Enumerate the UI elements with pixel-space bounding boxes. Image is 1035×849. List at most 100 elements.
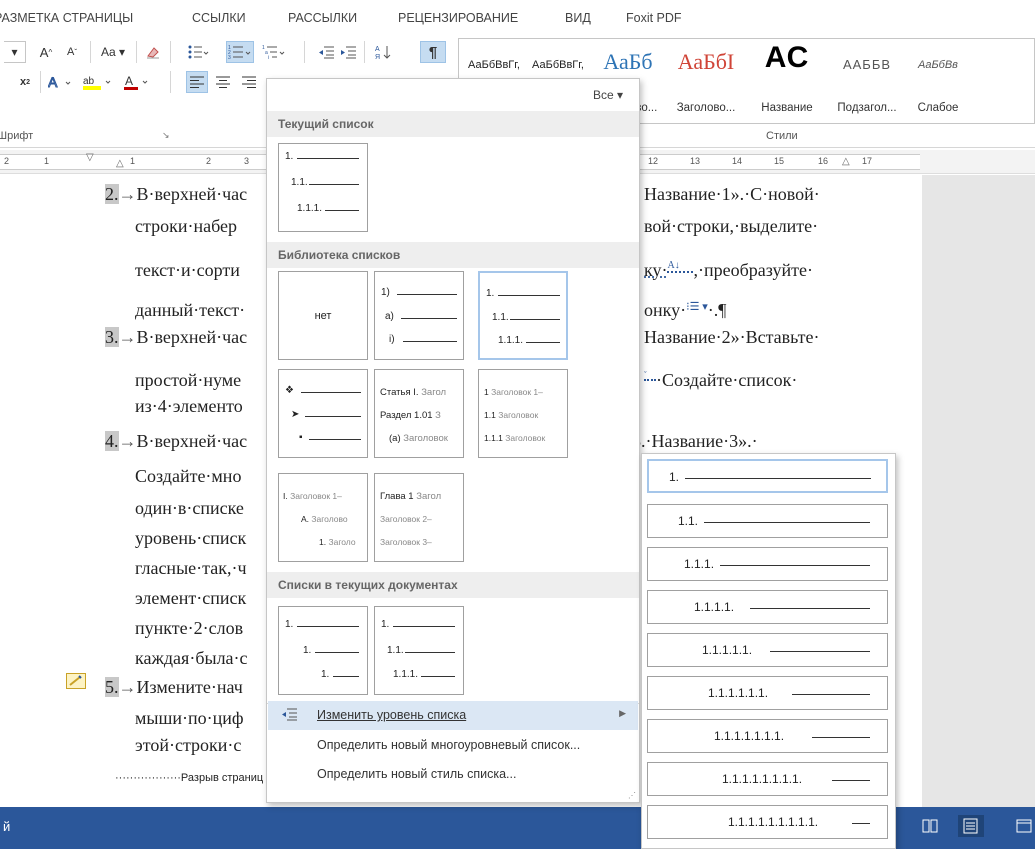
font-dialog-launcher-icon[interactable]: ↘ [162,130,170,141]
document-list-tile-1[interactable]: 1. 1. 1. [278,606,368,695]
first-line-indent-icon[interactable]: ▽ [86,152,94,163]
menu-define-list-style[interactable]: Определить новый стиль списка... [268,760,638,789]
diamond-bullet-icon: ❖ [285,385,294,396]
arrow-bullet-icon: ➤ [291,409,300,420]
ruler-number: 17 [862,156,873,166]
ruler-number: 12 [648,156,659,166]
align-left-icon[interactable] [186,71,208,93]
current-list-header: Текущий список [267,111,639,137]
chevron-down-icon: ▾ [11,45,18,59]
numbering-icon[interactable]: 123 [226,41,254,63]
menu-define-multilevel-list[interactable]: Определить новый многоуровневый список..… [268,731,638,760]
ruler-number: 2 [4,156,10,166]
list-paren-tile[interactable]: 1) a) i) [374,271,464,360]
list-item-3-line-2-end: ˇ ·Создайте·список· [644,370,798,390]
change-case-icon[interactable]: Aa ▾ [96,41,130,63]
ruler-number: 3 [244,156,250,166]
list-item-3-line-1-end: Название·2»·Вставьте· [644,327,820,347]
list-item-3-line-2: простой·нуме [135,370,242,390]
read-mode-icon[interactable] [922,819,938,833]
list-item-4-line: элемент·списк [135,588,247,608]
show-marks-button[interactable]: ¶ [420,41,446,63]
list-level-1[interactable]: 1. [647,459,888,493]
list-none-tile[interactable]: нет [278,271,368,360]
svg-text:A: A [48,74,58,90]
sort-icon[interactable]: АЯ [372,41,394,63]
list-level-7[interactable]: 1.1.1.1.1.1.1. [647,719,888,753]
web-layout-icon[interactable] [1016,819,1032,833]
resize-grip-icon[interactable]: ⋰ [628,791,636,800]
print-layout-icon[interactable] [958,815,984,837]
increase-indent-icon[interactable] [338,41,358,63]
tab-references[interactable]: ССЫЛКИ [192,11,246,25]
list-level-9[interactable]: 1.1.1.1.1.1.1.1.1. [647,805,888,839]
list-heading-numbered-tile[interactable]: 1 Заголовок 1– 1.1 Заголовок 1.1.1 Загол… [478,369,568,458]
bullets-icon[interactable] [186,41,210,63]
highlight-color-icon[interactable]: ab [80,71,116,93]
svg-text:Я: Я [375,54,380,60]
multilevel-list-dropdown: Все ▾ Текущий список 1. 1.1. 1.1.1. Библ… [266,78,640,803]
align-right-icon[interactable] [238,71,260,93]
list-level-submenu: 1. 1.1. 1.1.1. 1.1.1.1. 1.1.1.1.1. 1.1.1… [641,453,896,849]
lists-in-documents-header: Списки в текущих документах [267,572,639,598]
list-item-4-line: каждая·была·с [135,648,248,668]
filter-all-dropdown[interactable]: Все ▾ [593,88,623,102]
tab-foxit-pdf[interactable]: Foxit PDF [626,11,682,25]
list-item-4-line-1: 4.→В·верхней·час [105,431,248,451]
list-library-header: Библиотека списков [267,242,639,268]
grow-font-icon[interactable]: A ^ [36,41,56,63]
list-bullets-tile[interactable]: ❖ ➤ ▪ [278,369,368,458]
list-item-2-line-3: текст·и·сорти [135,260,240,280]
shrink-font-icon[interactable]: Aˇ [62,41,82,63]
list-level-4[interactable]: 1.1.1.1. [647,590,888,624]
list-level-3[interactable]: 1.1.1. [647,547,888,581]
svg-text:ab: ab [83,76,95,87]
autocorrect-options-icon[interactable] [66,673,86,689]
document-list-tile-2[interactable]: 1. 1.1. 1.1.1. [374,606,464,695]
list-item-4-line: пункте·2·слов [135,618,244,638]
list-level-8[interactable]: 1.1.1.1.1.1.1.1. [647,762,888,796]
tab-view[interactable]: ВИД [565,11,591,25]
tab-review[interactable]: РЕЦЕНЗИРОВАНИЕ [398,11,518,25]
list-item-4-line: один·в·списке [135,498,244,518]
multilevel-list-icon[interactable]: 1ai [260,41,288,63]
ruler-number: 2 [206,156,212,166]
tab-mailings[interactable]: РАССЫЛКИ [288,11,357,25]
decrease-indent-icon[interactable] [316,41,336,63]
align-center-icon[interactable] [212,71,234,93]
change-level-icon [280,707,298,724]
list-article-tile[interactable]: Статья I. Загол Раздел 1.01 З (а) Заголо… [374,369,464,458]
list-item-2-line-2-end: вой·строки,·выделите· [644,216,819,236]
clear-formatting-icon[interactable] [142,41,164,63]
list-item-2-line-1-end: Название·1».·С·новой· [644,184,820,204]
list-item-3-line-1: 3.→В·верхней·час [105,327,248,347]
list-chapter-tile[interactable]: Глава 1 Загол Заголовок 2– Заголовок 3– [374,473,464,562]
list-item-4-line: уровень·списк [135,528,247,548]
inline-sort-icon: А↓ [667,260,694,273]
ruler-number: 14 [732,156,743,166]
ruler-number: 16 [818,156,829,166]
inline-numbering-icon: ˇ [644,370,656,381]
list-decimal-tile[interactable]: 1. 1.1. 1.1.1. [478,271,568,360]
font-color-icon[interactable]: A [120,71,154,93]
list-item-4-line-1-end: 3.·Название·3».· [632,431,758,451]
square-bullet-icon: ▪ [299,432,303,443]
hanging-indent-icon[interactable]: △ [116,158,124,169]
text-effects-icon[interactable]: A [46,71,76,93]
list-level-2[interactable]: 1.1. [647,504,888,538]
ruler-number: 15 [774,156,785,166]
font-size-dropdown[interactable]: ▾ [4,41,26,63]
superscript-icon[interactable]: x2 [16,71,34,93]
ruler-number: 1 [44,156,50,166]
right-indent-icon[interactable]: △ [842,156,850,167]
list-level-5[interactable]: 1.1.1.1.1. [647,633,888,667]
list-item-5-line: этой·строки·с [135,735,242,755]
current-list-tile[interactable]: 1. 1.1. 1.1.1. [278,143,368,232]
tab-page-layout[interactable]: РАЗМЕТКА СТРАНИЦЫ [0,11,133,25]
menu-change-list-level[interactable]: Изменить уровень списка ▶ [268,701,638,730]
svg-text:3: 3 [228,55,231,60]
list-roman-heading-tile[interactable]: I. Заголовок 1– A. Заголово 1. Заголо [278,473,368,562]
chevron-right-icon: ▶ [619,708,626,718]
status-label: й [3,819,11,834]
list-level-6[interactable]: 1.1.1.1.1.1. [647,676,888,710]
